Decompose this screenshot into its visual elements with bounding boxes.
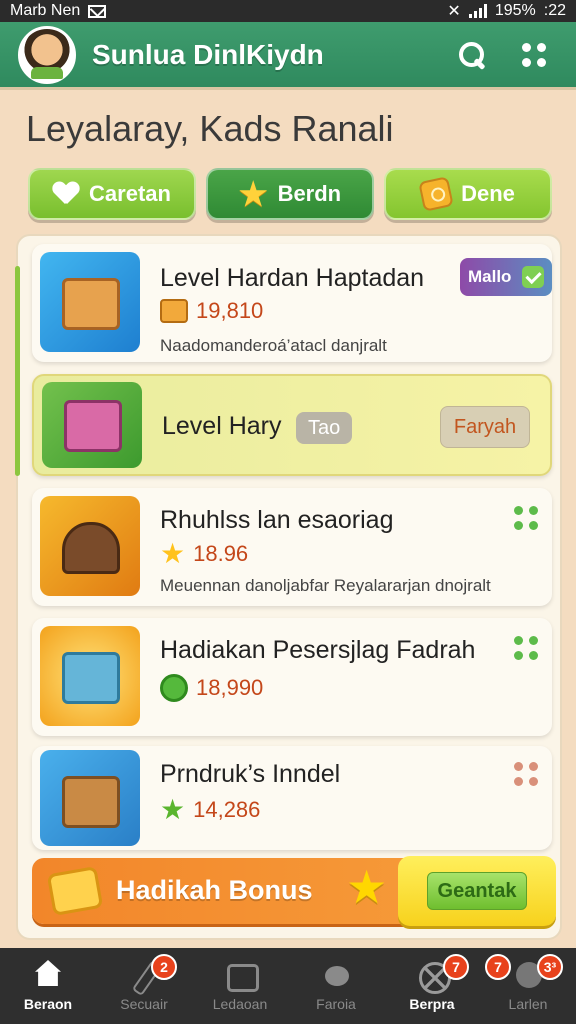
app-title: Sunlua DinlKiydn <box>92 38 324 70</box>
gift-icon <box>46 865 104 917</box>
item-title: Prndruk’s Inndel <box>160 760 341 788</box>
list-item-active[interactable]: Level Hary Tao Faryah <box>32 374 552 476</box>
star-icon: ★ <box>160 794 186 825</box>
nav-item-ledaoan[interactable]: Ledaoan <box>195 950 285 1022</box>
nav-label: Larlen <box>508 996 548 1012</box>
status-left: Marb Nen <box>10 2 107 20</box>
notification-badge: 3³ <box>537 954 563 980</box>
signal-icon <box>468 4 487 18</box>
nav-label: Beraon <box>23 996 73 1012</box>
battery-label: 195% <box>494 2 536 19</box>
nav-item-berpra[interactable]: Berpra 7 <box>387 950 477 1022</box>
mute-icon: ✕ <box>447 3 461 20</box>
app-header: Sunlua DinlKiydn <box>0 22 576 90</box>
coin-icon <box>160 674 188 702</box>
item-action-button[interactable]: Faryah <box>440 406 530 448</box>
clock: :22 <box>543 2 566 19</box>
item-thumbnail <box>40 496 140 596</box>
heart-icon <box>53 182 79 206</box>
notification-badge: 2 <box>151 954 177 980</box>
item-description: Naadomanderoá’atacl danjralt <box>160 336 387 355</box>
bonus-label: Hadikah Bonus <box>116 875 313 905</box>
list-item[interactable]: Hadiakan Pesersjlag Fadrah 18,990 <box>32 618 552 736</box>
item-value: ★ 18.96 <box>160 540 248 568</box>
filter-row: Caretan ★ Berdn Dene <box>28 168 552 220</box>
nav-item-faroia[interactable]: Faroia <box>291 950 381 1022</box>
more-options-icon[interactable] <box>514 762 538 786</box>
item-description: Meuennan danoljabfar Reyalararjan dnojra… <box>160 576 491 595</box>
page-title: Leyalaray, Kads Ranali <box>26 108 394 149</box>
status-bar: Marb Nen ✕ 195% :22 <box>0 0 576 22</box>
nav-label: Ledaoan <box>212 996 268 1012</box>
item-title: Rhuhlss lan esaoriag <box>160 506 394 534</box>
nav-item-beraon[interactable]: Beraon <box>3 950 93 1022</box>
ticket-icon <box>418 176 454 212</box>
item-thumbnail <box>40 626 140 726</box>
bonus-banner: Hadikah Bonus ★ Geantak <box>32 856 556 926</box>
home-icon <box>31 960 65 990</box>
search-button[interactable] <box>448 31 496 79</box>
nav-label: Secuair <box>120 996 168 1012</box>
filter-chip-caretan[interactable]: Caretan <box>28 168 196 220</box>
search-icon <box>458 41 486 69</box>
item-title: Level Hary <box>162 412 282 440</box>
check-icon <box>522 266 544 288</box>
star-icon: ★ <box>160 538 186 569</box>
star-icon: ★ <box>238 176 268 212</box>
item-title: Hadiakan Pesersjlag Fadrah <box>160 636 476 664</box>
item-value-text: 19,810 <box>196 298 264 323</box>
box-icon <box>223 960 259 992</box>
blob-icon <box>319 960 353 990</box>
nav-label: Berpra <box>409 996 455 1012</box>
item-value-text: 18.96 <box>193 541 249 566</box>
nav-item-larlen[interactable]: Larlen 7 3³ <box>483 950 573 1022</box>
claim-panel: Geantak <box>398 856 556 926</box>
filter-chip-label: Dene <box>461 181 515 206</box>
item-thumbnail <box>40 750 140 846</box>
filter-chip-dene[interactable]: Dene <box>384 168 552 220</box>
status-right: ✕ 195% :22 <box>447 1 566 21</box>
carrier-label: Marb Nen <box>10 2 81 19</box>
more-options-icon[interactable] <box>514 636 538 660</box>
nav-label: Faroia <box>316 996 356 1012</box>
more-options-icon[interactable] <box>514 506 538 530</box>
list-item[interactable]: Rhuhlss lan esaoriag ★ 18.96 Meuennan da… <box>32 488 552 606</box>
item-title: Level Hardan Haptadan <box>160 264 425 292</box>
filter-chip-label: Caretan <box>89 181 171 206</box>
bottom-nav: Beraon Secuair 2 Ledaoan Faroia Berpra 7… <box>0 948 576 1024</box>
notification-badge: 7 <box>485 954 511 980</box>
item-thumbnail <box>40 252 140 352</box>
notification-badge: 7 <box>443 954 469 980</box>
filter-chip-label: Berdn <box>277 181 342 206</box>
claim-button[interactable]: Geantak <box>427 872 527 910</box>
grid-dots-icon <box>520 41 548 69</box>
menu-button[interactable] <box>510 31 558 79</box>
item-value: 18,990 <box>160 674 263 702</box>
filter-chip-berdn[interactable]: ★ Berdn <box>206 168 374 220</box>
badge-label: Mallo <box>468 267 512 286</box>
mail-icon <box>88 4 107 18</box>
star-icon: ★ <box>346 861 388 913</box>
list-item[interactable]: Level Hardan Haptadan 19,810 Naadomander… <box>32 244 552 362</box>
avatar[interactable] <box>18 25 76 84</box>
item-thumbnail <box>42 382 142 468</box>
item-value: ★ 14,286 <box>160 796 260 824</box>
item-value-text: 18,990 <box>196 675 264 700</box>
item-tag: Tao <box>296 412 353 444</box>
status-badge[interactable]: Mallo <box>460 258 552 296</box>
item-value-text: 14,286 <box>193 797 261 822</box>
item-list: Level Hardan Haptadan 19,810 Naadomander… <box>15 234 562 940</box>
item-value: 19,810 <box>160 298 263 324</box>
crate-icon <box>160 299 188 323</box>
list-item[interactable]: Prndruk’s Inndel ★ 14,286 <box>32 746 552 850</box>
nav-item-secuair[interactable]: Secuair 2 <box>99 950 189 1022</box>
